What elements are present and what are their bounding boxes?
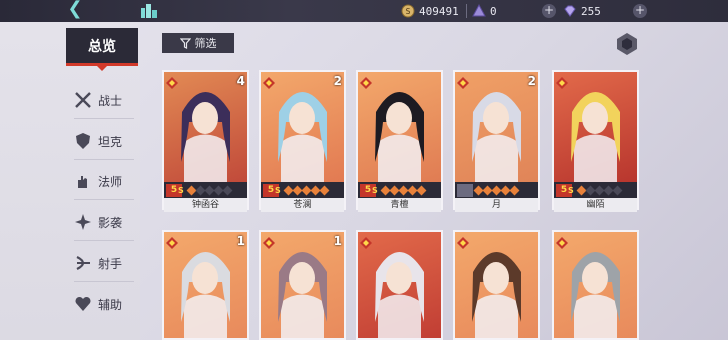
faction-icon (263, 234, 275, 249)
sidebar-item-label: 法师 (98, 174, 123, 189)
token-counter: 0 (472, 3, 497, 19)
gold-counter: S 409491 (401, 3, 459, 19)
sidebar-item-assassin[interactable]: 影袭 (74, 211, 134, 233)
divider (74, 159, 134, 160)
star-rank-bar: 5S (554, 182, 637, 198)
token-value: 0 (490, 4, 497, 18)
divider (74, 281, 134, 282)
hero-name: 月 (455, 198, 538, 212)
grade-badge: S (568, 185, 574, 195)
sidebar-item-tank[interactable]: 坦克 (74, 130, 134, 152)
hero-card[interactable]: 1 (259, 230, 346, 340)
grade-badge: S (372, 185, 378, 195)
hero-name: 青檀 (358, 198, 441, 212)
crystal-icon (472, 4, 486, 17)
gold-value: 409491 (419, 4, 459, 18)
faction-icon (457, 74, 469, 89)
star-icon (222, 185, 233, 195)
sidebar-item-label: 影袭 (98, 215, 123, 230)
divider (74, 118, 134, 119)
awaken-tier: 4 (236, 74, 245, 88)
sidebar-item-marksman[interactable]: 射手 (74, 252, 134, 274)
crossed-swords-icon (75, 92, 91, 108)
hero-card[interactable]: 1 (162, 230, 249, 340)
gem-icon (564, 5, 576, 17)
sidebar-item-label: 战士 (98, 93, 123, 108)
rank-badge (457, 183, 473, 197)
hand-magic-icon (78, 176, 87, 188)
faction-icon (360, 234, 372, 249)
top-bar: ❮ S 409491 0 + 255 + (0, 0, 728, 22)
faction-icon (166, 234, 178, 249)
awaken-tier: 1 (333, 234, 342, 248)
star-icon (416, 185, 427, 195)
star-icon (509, 185, 520, 195)
shield-icon (76, 133, 90, 149)
city-icon[interactable] (140, 2, 158, 19)
add-gem-button[interactable]: + (633, 4, 647, 18)
faction-icon (556, 74, 568, 89)
grade-badge: S (178, 185, 184, 195)
star-rank-bar: 5S (261, 182, 344, 198)
sidebar-item-label: 射手 (98, 256, 123, 271)
filter-button[interactable]: 筛选 (162, 33, 234, 53)
hero-card[interactable] (356, 230, 443, 340)
hero-card[interactable] (453, 230, 540, 340)
awaken-tier: 1 (236, 234, 245, 248)
divider (74, 199, 134, 200)
divider (466, 4, 467, 18)
faction-icon (457, 234, 469, 249)
star-rank-bar: 5S (164, 182, 247, 198)
shuriken-icon (75, 214, 91, 230)
awaken-tier: 2 (333, 74, 342, 88)
sidebar-item-support[interactable]: 辅助 (74, 293, 134, 315)
faction-icon (263, 74, 275, 89)
hero-card[interactable]: 5 S 幽陌 (552, 70, 639, 212)
hero-card[interactable]: 2月 (453, 70, 540, 212)
sidebar-item-label: 坦克 (98, 134, 123, 149)
hero-name: 钟函谷 (164, 198, 247, 212)
hero-card[interactable]: 2 5 S 苍澜 (259, 70, 346, 212)
hero-card[interactable]: 5 S 青檀 (356, 70, 443, 212)
gem-value: 255 (581, 4, 601, 18)
tab-overview[interactable]: 总览 (66, 28, 138, 71)
filter-label: 筛选 (194, 37, 217, 50)
sidebar-item-label: 辅助 (98, 297, 123, 312)
sidebar-item-warrior[interactable]: 战士 (74, 89, 134, 111)
faction-icon (556, 234, 568, 249)
tab-overview-label: 总览 (88, 38, 116, 55)
gem-counter: 255 (563, 3, 601, 19)
heart-icon (75, 296, 91, 311)
star-rank-bar (455, 182, 538, 198)
star-icon (612, 185, 623, 195)
bow-icon (76, 256, 90, 270)
add-token-button[interactable]: + (542, 4, 556, 18)
star-rank-bar: 5S (358, 182, 441, 198)
hero-card[interactable] (552, 230, 639, 340)
hero-name: 苍澜 (261, 198, 344, 212)
faction-icon (360, 74, 372, 89)
gear-icon[interactable] (615, 32, 639, 56)
coin-icon: S (401, 4, 415, 18)
svg-text:S: S (406, 7, 411, 16)
funnel-icon (179, 37, 191, 49)
star-icon (319, 185, 330, 195)
hero-card[interactable]: 4 5 S 钟函谷 (162, 70, 249, 212)
grade-badge: S (275, 185, 281, 195)
hero-name: 幽陌 (554, 198, 637, 212)
awaken-tier: 2 (527, 74, 536, 88)
back-arrow-icon[interactable]: ❮ (64, 0, 86, 20)
divider (74, 240, 134, 241)
faction-icon (166, 74, 178, 89)
sidebar-item-mage[interactable]: 法师 (74, 170, 134, 192)
